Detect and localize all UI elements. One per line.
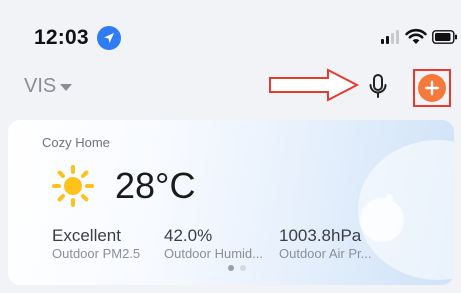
page-dot-active[interactable] bbox=[228, 265, 234, 271]
card-decoration bbox=[386, 194, 393, 201]
annotation-arrow-icon bbox=[268, 68, 360, 107]
status-time: 12:03 bbox=[34, 26, 89, 49]
battery-icon bbox=[432, 30, 458, 49]
location-arrow-icon bbox=[97, 26, 121, 50]
pm25-label: Outdoor PM2.5 bbox=[52, 246, 141, 261]
air-pressure-label: Outdoor Air Pr... bbox=[279, 246, 372, 261]
home-selector[interactable]: VIS bbox=[24, 75, 56, 98]
air-pressure-value: 1003.8hPa bbox=[279, 226, 362, 245]
humidity-value: 42.0% bbox=[164, 226, 213, 245]
card-title: Cozy Home bbox=[42, 135, 110, 150]
page-dot[interactable] bbox=[240, 265, 246, 271]
temperature-value: 28°C bbox=[115, 165, 196, 206]
pm25-value: Excellent bbox=[52, 226, 121, 245]
plus-icon bbox=[424, 80, 440, 96]
add-button[interactable] bbox=[418, 74, 446, 102]
microphone-icon[interactable] bbox=[368, 73, 388, 106]
wifi-icon bbox=[405, 28, 427, 50]
humidity-label: Outdoor Humid... bbox=[164, 246, 263, 261]
card-decoration bbox=[360, 198, 404, 242]
sun-icon bbox=[50, 163, 96, 214]
signal-icon bbox=[381, 30, 401, 44]
dropdown-caret-icon[interactable] bbox=[60, 84, 72, 91]
